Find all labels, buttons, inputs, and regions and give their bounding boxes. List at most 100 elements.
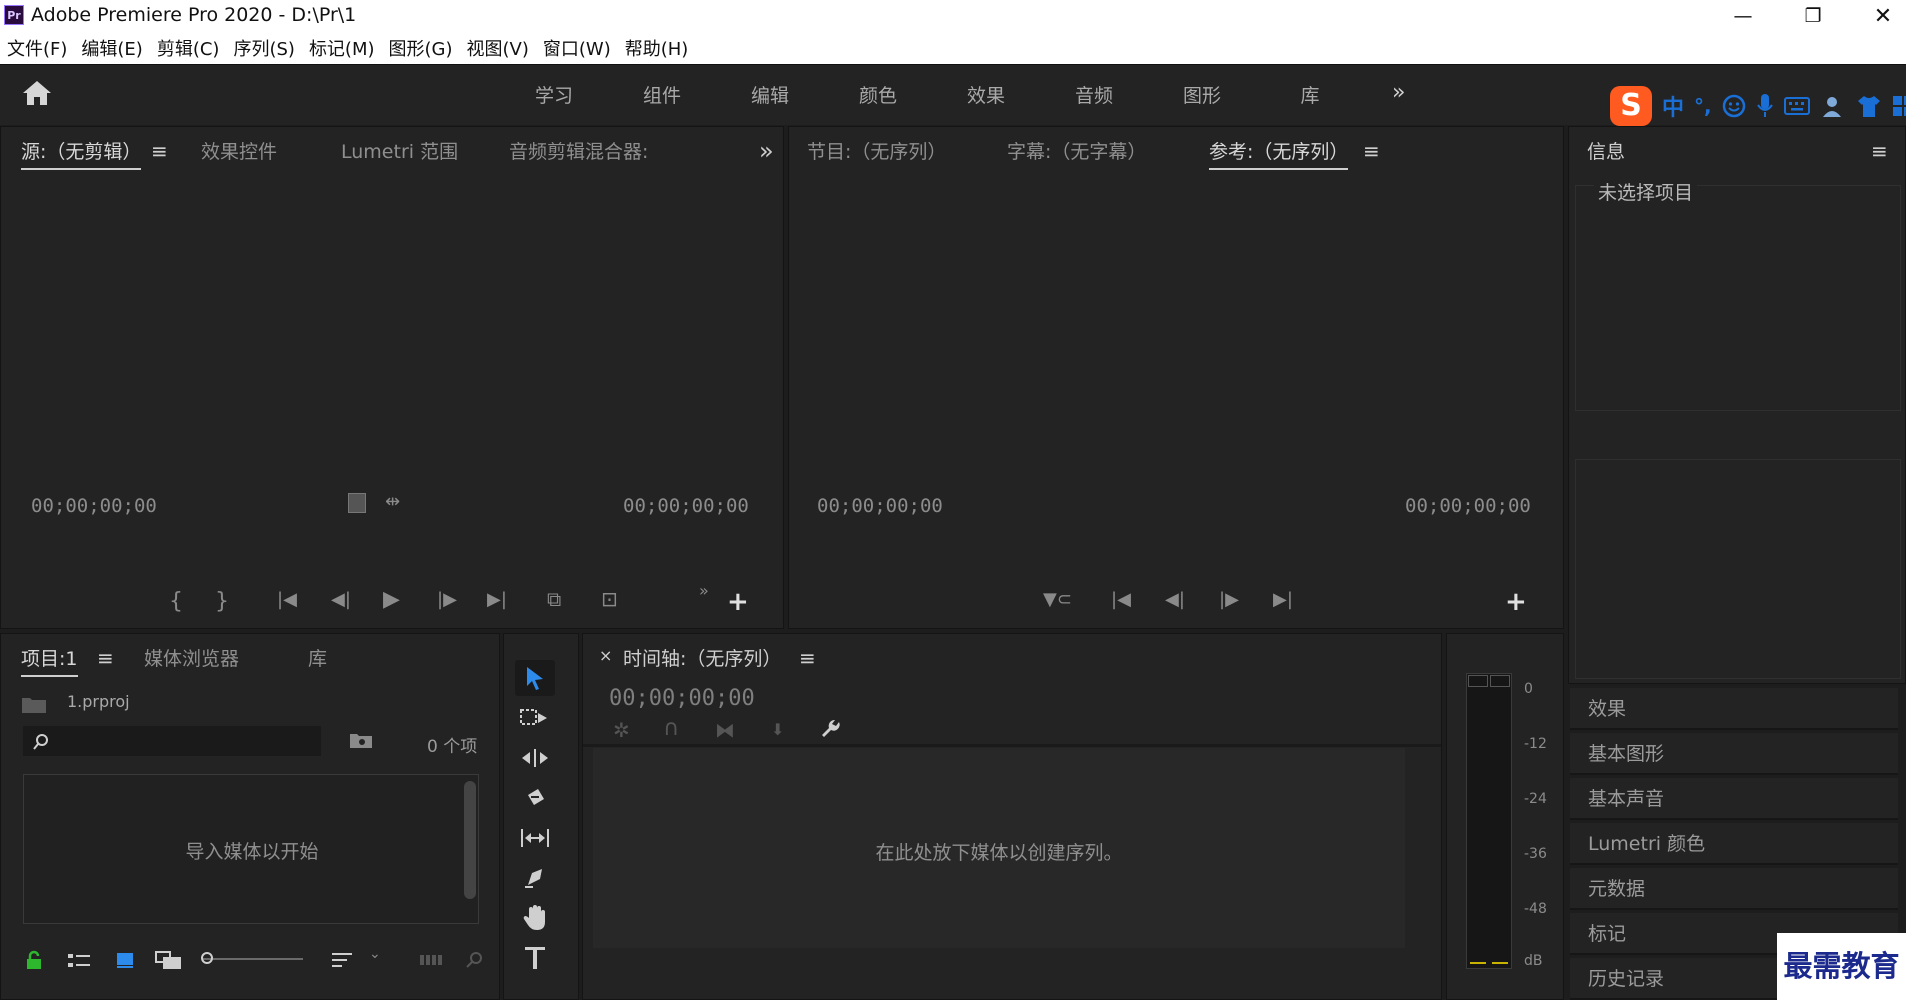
workspace-tab-assembly[interactable]: 组件 — [608, 81, 716, 108]
menu-markers[interactable]: 标记(M) — [302, 35, 382, 61]
mark-out-icon[interactable]: } — [215, 589, 229, 614]
panel-lumetri-color[interactable]: Lumetri 颜色 — [1570, 823, 1898, 865]
menu-view[interactable]: 视图(V) — [460, 35, 536, 61]
menu-help[interactable]: 帮助(H) — [618, 35, 696, 61]
find-icon[interactable] — [465, 950, 485, 970]
chevron-down-icon[interactable]: ⌄ — [369, 946, 381, 962]
sort-icon[interactable] — [331, 950, 353, 970]
ripple-edit-tool[interactable] — [515, 740, 555, 776]
voice-icon[interactable] — [1756, 93, 1774, 119]
ime-punctuation-toggle[interactable]: °, — [1694, 94, 1712, 118]
freeform-view-icon[interactable] — [155, 950, 183, 970]
tab-libraries[interactable]: 库 — [308, 644, 327, 671]
lock-icon[interactable] — [25, 950, 43, 970]
zoom-slider-track[interactable] — [203, 958, 303, 960]
tab-source[interactable]: 源:（无剪辑） — [21, 137, 142, 170]
timeline-timecode[interactable]: 00;00;00;00 — [609, 686, 755, 711]
menu-clip[interactable]: 剪辑(C) — [150, 35, 227, 61]
marker-link-icon[interactable]: ▼⊂ — [1043, 589, 1072, 610]
program-go-to-out-icon[interactable]: ▶| — [1273, 589, 1293, 610]
step-forward-icon[interactable]: |▶ — [437, 589, 457, 610]
workspace-tab-graphics[interactable]: 图形 — [1148, 81, 1256, 108]
track-select-tool[interactable] — [515, 700, 555, 736]
panel-essential-graphics[interactable]: 基本图形 — [1570, 733, 1898, 775]
workspace-tab-color[interactable]: 颜色 — [824, 81, 932, 108]
menu-file[interactable]: 文件(F) — [0, 35, 74, 61]
type-tool[interactable] — [515, 940, 555, 976]
tab-captions[interactable]: 字幕:（无字幕） — [1007, 137, 1146, 164]
source-timecode-current[interactable]: 00;00;00;00 — [31, 495, 157, 517]
program-panel-menu-icon[interactable]: ≡ — [1363, 139, 1380, 163]
hand-tool[interactable] — [515, 900, 555, 936]
source-panel-menu-icon[interactable]: ≡ — [151, 139, 168, 163]
workspace-tab-audio[interactable]: 音频 — [1040, 81, 1148, 108]
go-to-in-icon[interactable]: |◀ — [277, 589, 297, 610]
workspace-tab-editing[interactable]: 编辑 — [716, 81, 824, 108]
user-icon[interactable] — [1820, 94, 1846, 118]
source-button-editor-icon[interactable]: + — [727, 587, 749, 617]
mark-in-icon[interactable]: { — [169, 589, 183, 614]
emoji-icon[interactable] — [1722, 94, 1746, 118]
program-button-editor-icon[interactable]: + — [1505, 587, 1527, 617]
slip-tool[interactable] — [515, 820, 555, 856]
nest-icon[interactable]: ✲ — [613, 718, 630, 742]
linked-selection-icon[interactable]: ⧓ — [715, 718, 735, 742]
drag-video-icon[interactable] — [348, 493, 366, 513]
go-to-out-icon[interactable]: ▶| — [487, 589, 507, 610]
tab-info[interactable]: 信息 — [1587, 137, 1625, 164]
menu-window[interactable]: 窗口(W) — [536, 35, 618, 61]
toolbox-grid-icon[interactable] — [1892, 95, 1906, 117]
project-scrollbar[interactable] — [464, 781, 476, 899]
menu-sequence[interactable]: 序列(S) — [226, 35, 301, 61]
program-go-to-in-icon[interactable]: |◀ — [1111, 589, 1131, 610]
audio-meter-clip-right[interactable] — [1490, 675, 1510, 687]
zoom-slider-handle[interactable] — [201, 952, 213, 964]
source-tabs-overflow-icon[interactable]: » — [759, 137, 774, 165]
project-folder-icon[interactable] — [21, 694, 47, 714]
program-step-back-icon[interactable]: ◀| — [1165, 589, 1185, 610]
overwrite-icon[interactable]: ⊡ — [601, 587, 618, 611]
selection-tool[interactable] — [515, 660, 555, 696]
menu-graphics[interactable]: 图形(G) — [382, 35, 460, 61]
tab-media-browser[interactable]: 媒体浏览器 — [144, 644, 239, 671]
automate-to-sequence-icon[interactable] — [419, 952, 443, 968]
timeline-panel-menu-icon[interactable]: ≡ — [799, 646, 816, 670]
snap-magnet-icon[interactable]: ∩ — [663, 716, 679, 741]
keyboard-icon[interactable] — [1783, 96, 1810, 116]
home-icon[interactable] — [20, 78, 54, 108]
menu-edit[interactable]: 编辑(E) — [74, 35, 149, 61]
drag-audio-icon[interactable]: ⇹ — [385, 491, 400, 512]
panel-effects[interactable]: 效果 — [1570, 688, 1898, 730]
razor-tool[interactable] — [515, 780, 555, 816]
project-drop-area[interactable]: 导入媒体以开始 — [23, 774, 479, 924]
icon-view-icon[interactable] — [115, 950, 135, 970]
tab-timeline[interactable]: 时间轴:（无序列） — [623, 644, 781, 671]
ime-mode-toggle[interactable]: 中 — [1662, 90, 1684, 122]
play-icon[interactable]: ▶ — [383, 587, 400, 612]
step-back-icon[interactable]: ◀| — [331, 589, 351, 610]
add-marker-icon[interactable]: ⬇ — [771, 720, 784, 739]
panel-metadata[interactable]: 元数据 — [1570, 868, 1898, 910]
minimize-button[interactable]: — — [1714, 0, 1772, 32]
list-view-icon[interactable] — [67, 952, 91, 970]
program-timecode-current[interactable]: 00;00;00;00 — [817, 495, 943, 517]
timeline-close-icon[interactable]: × — [599, 646, 612, 665]
panel-essential-sound[interactable]: 基本声音 — [1570, 778, 1898, 820]
audio-meter-clip-left[interactable] — [1468, 675, 1488, 687]
project-panel-menu-icon[interactable]: ≡ — [97, 646, 114, 670]
pen-tool[interactable] — [515, 860, 555, 896]
tab-project[interactable]: 项目:1 — [21, 644, 78, 677]
wrench-settings-icon[interactable] — [819, 718, 843, 742]
workspace-tab-effects[interactable]: 效果 — [932, 81, 1040, 108]
timeline-drop-area[interactable]: 在此处放下媒体以创建序列。 — [593, 748, 1405, 948]
tab-program[interactable]: 节目:（无序列） — [807, 137, 946, 164]
tab-lumetri-scopes[interactable]: Lumetri 范围 — [341, 137, 458, 164]
program-step-forward-icon[interactable]: |▶ — [1219, 589, 1239, 610]
new-search-bin-icon[interactable] — [349, 730, 373, 750]
tab-audio-clip-mixer[interactable]: 音频剪辑混合器: — [509, 137, 648, 164]
workspace-overflow-icon[interactable]: » — [1392, 80, 1405, 105]
tab-effect-controls[interactable]: 效果控件 — [201, 137, 277, 164]
source-controls-overflow-icon[interactable]: » — [699, 581, 709, 600]
sogou-logo-icon[interactable]: S — [1610, 86, 1652, 126]
restore-button[interactable]: ❐ — [1784, 0, 1842, 32]
